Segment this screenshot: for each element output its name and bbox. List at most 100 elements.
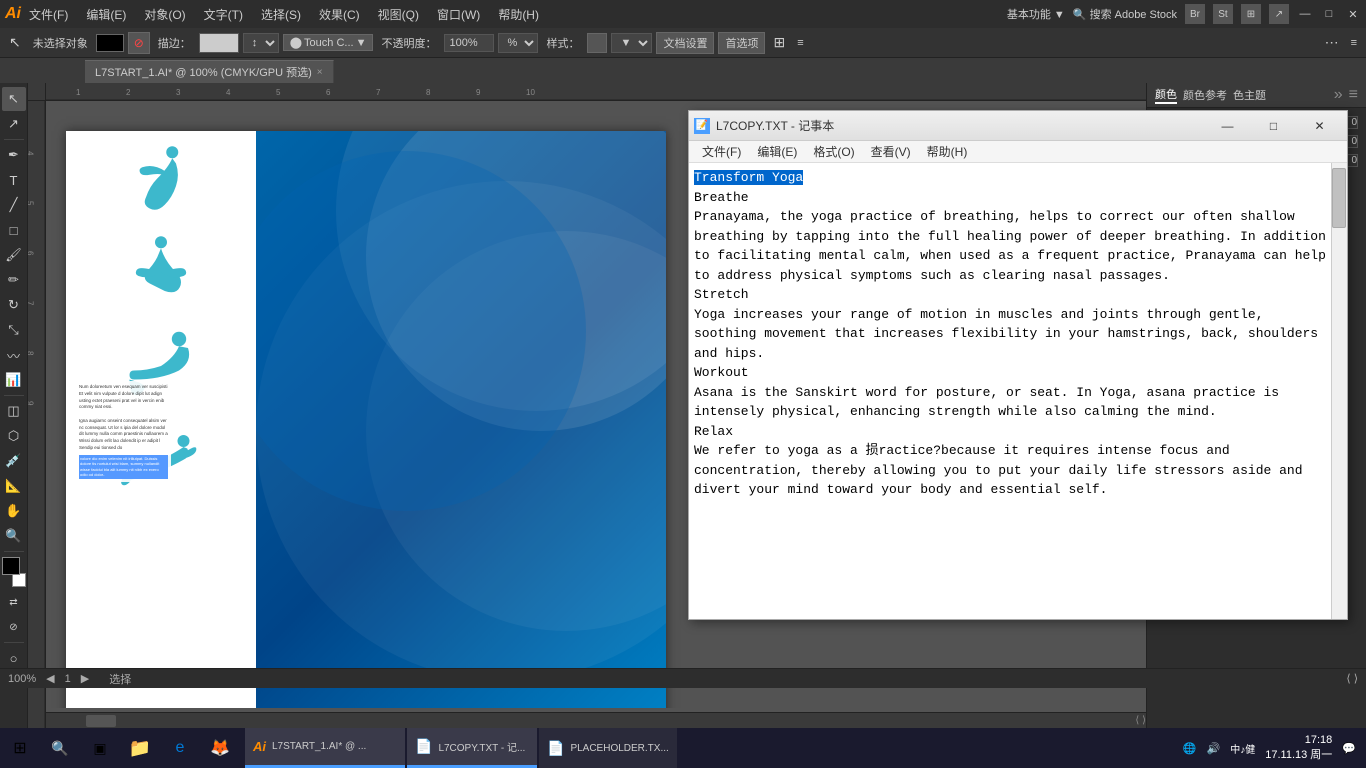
blend-tool[interactable]: ⬡ [2, 424, 26, 448]
direct-select-tool[interactable]: ↗ [2, 112, 26, 136]
notepad-menu-view[interactable]: 查看(V) [863, 142, 919, 161]
edge-button[interactable]: e [160, 728, 200, 768]
fill-color-box[interactable] [96, 34, 124, 52]
selected-title-text[interactable]: Transform Yoga [694, 170, 803, 185]
search-stock[interactable]: 🔍 搜索 Adobe Stock [1073, 6, 1177, 22]
svg-text:5: 5 [28, 201, 35, 206]
notepad-content-area[interactable]: Transform Yoga Breathe Pranayama, the yo… [689, 163, 1347, 619]
notepad-menu-format[interactable]: 格式(O) [805, 142, 862, 161]
menu-select[interactable]: 选择(S) [253, 4, 309, 25]
menu-help[interactable]: 帮助(H) [490, 4, 547, 25]
eyedropper-tool[interactable]: 💉 [2, 449, 26, 473]
pen-tool[interactable]: ✒ [2, 143, 26, 167]
stroke-color[interactable] [12, 573, 26, 587]
menu-file[interactable]: 文件(F) [21, 4, 76, 25]
close-btn[interactable]: ✕ [1345, 6, 1361, 22]
notification-btn[interactable]: 💬 [1342, 742, 1356, 755]
bridge-btn[interactable]: Br [1185, 4, 1205, 24]
svg-text:9: 9 [28, 401, 35, 406]
menu-window[interactable]: 窗口(W) [429, 4, 488, 25]
taskbar-notepad1-window[interactable]: 📄 L7COPY.TXT - 记... [407, 728, 537, 768]
stock-btn[interactable]: St [1213, 4, 1233, 24]
tray-icon-network[interactable]: 🌐 [1183, 742, 1197, 755]
page-nav-prev[interactable]: ◀ [46, 672, 54, 685]
color-theme-panel-tab[interactable]: 色主题 [1233, 87, 1266, 103]
touch-label: Touch C... [304, 37, 354, 49]
sync-btn[interactable]: ↗ [1269, 4, 1289, 24]
taskbar-notepad2-window[interactable]: 📄 PLACEHOLDER.TX... [539, 728, 677, 768]
taskbar-ai-window[interactable]: Ai L7START_1.AI* @ ... [245, 728, 405, 768]
status-arrows[interactable]: ⟨ ⟩ [1346, 672, 1358, 685]
color-mode-icon[interactable]: ⊘ [128, 32, 150, 54]
warp-tool[interactable]: 〰 [2, 343, 26, 367]
task-view-button[interactable]: ▣ [80, 728, 120, 768]
zoom-tool[interactable]: 🔍 [2, 524, 26, 548]
notepad-menu-file[interactable]: 文件(F) [694, 142, 749, 161]
scale-tool[interactable]: ⤡ [2, 318, 26, 342]
notepad-text-body[interactable]: Transform Yoga Breathe Pranayama, the yo… [689, 163, 1347, 619]
none-color-btn[interactable]: ⊘ [2, 615, 26, 639]
search-button[interactable]: 🔍 [40, 728, 80, 768]
notepad-close-btn[interactable]: ✕ [1297, 112, 1342, 140]
align-icon[interactable]: ≡ [793, 35, 807, 51]
svg-text:6: 6 [326, 88, 331, 97]
h-scrollbar-thumb[interactable] [86, 715, 116, 727]
firefox-button[interactable]: 🦊 [200, 728, 240, 768]
file-explorer-button[interactable]: 📁 [120, 728, 160, 768]
draw-mode-btn[interactable]: ○ [2, 646, 26, 670]
system-clock[interactable]: 17:18 17.11.13 周一 [1265, 734, 1332, 762]
zoom-level[interactable]: 100% [8, 673, 36, 685]
menu-view[interactable]: 视图(Q) [370, 4, 427, 25]
stroke-select[interactable]: ↕ [243, 33, 279, 53]
type-tool[interactable]: T [2, 168, 26, 192]
graph-tool[interactable]: 📊 [2, 368, 26, 392]
panel-menu-icon[interactable]: ≡ [1349, 86, 1358, 104]
maximize-btn[interactable]: □ [1321, 6, 1337, 22]
touch-preset-dropdown[interactable]: ⬤ Touch C... ▼ [283, 34, 374, 51]
opacity-value[interactable]: 100% [444, 34, 494, 52]
extra-btn1[interactable]: ⋯ [1321, 32, 1343, 53]
color-ref-panel-tab[interactable]: 颜色参考 [1183, 87, 1227, 103]
doc-settings-btn[interactable]: 文档设置 [656, 32, 714, 54]
panel-chevron[interactable]: » [1334, 86, 1343, 104]
notepad-minimize-btn[interactable]: — [1205, 112, 1250, 140]
workspace-dropdown[interactable]: 基本功能 ▼ [1007, 6, 1065, 22]
measure-tool[interactable]: 📐 [2, 474, 26, 498]
menu-text[interactable]: 文字(T) [196, 4, 251, 25]
pencil-tool[interactable]: ✏ [2, 268, 26, 292]
arrange-icon[interactable]: ⊞ [769, 32, 789, 53]
style-select[interactable]: ▼ [611, 33, 652, 53]
notepad-menu-help[interactable]: 帮助(H) [919, 142, 976, 161]
paintbrush-tool[interactable]: 🖌 [2, 243, 26, 267]
notepad-menu-edit[interactable]: 编辑(E) [749, 142, 805, 161]
tab-close-btn[interactable]: × [317, 67, 323, 78]
select-tool[interactable]: ↖ [2, 87, 26, 111]
grid-btn[interactable]: ⊞ [1241, 4, 1261, 24]
preferences-btn[interactable]: 首选项 [718, 32, 765, 54]
rotate-tool[interactable]: ↻ [2, 293, 26, 317]
page-nav-next[interactable]: ▶ [81, 672, 89, 685]
start-button[interactable]: ⊞ [0, 728, 40, 768]
minimize-btn[interactable]: — [1297, 6, 1313, 22]
line-tool[interactable]: ╱ [2, 193, 26, 217]
menu-object[interactable]: 对象(O) [136, 4, 193, 25]
notepad-titlebar: 📝 L7COPY.TXT - 记事本 — □ ✕ [689, 111, 1347, 141]
menu-effect[interactable]: 效果(C) [311, 4, 368, 25]
opacity-select[interactable]: % [498, 33, 538, 53]
notepad-scrollbar[interactable] [1331, 163, 1347, 619]
extra-btn2[interactable]: ≡ [1347, 35, 1361, 51]
notepad-maximize-btn[interactable]: □ [1251, 112, 1296, 140]
document-tab[interactable]: L7START_1.AI* @ 100% (CMYK/GPU 预选) × [85, 60, 334, 83]
tray-icons-misc[interactable]: 中♪健 [1230, 741, 1255, 756]
hand-tool[interactable]: ✋ [2, 499, 26, 523]
swap-colors-btn[interactable]: ⇄ [2, 590, 26, 614]
svg-text:4: 4 [226, 88, 231, 97]
tray-icon-sound[interactable]: 🔊 [1207, 742, 1221, 755]
color-panel-tab[interactable]: 颜色 [1155, 86, 1177, 104]
rect-tool[interactable]: □ [2, 218, 26, 242]
gradient-tool[interactable]: ◫ [2, 399, 26, 423]
menu-edit[interactable]: 编辑(E) [78, 4, 134, 25]
horizontal-scrollbar[interactable]: ⟨ ⟩ [46, 712, 1146, 728]
notepad-scrollbar-thumb[interactable] [1332, 168, 1346, 228]
fill-color[interactable] [2, 557, 20, 575]
